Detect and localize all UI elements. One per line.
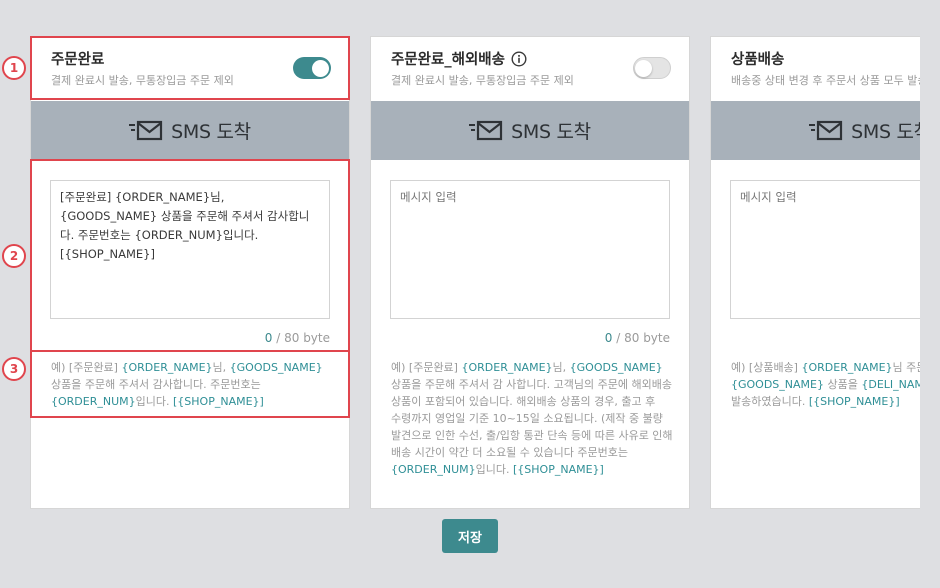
sms-card-order-complete-overseas: 주문완료_해외배송 결제 완료시 발송, 무통장입금 주문 제외 SMS 도착 — [370, 36, 690, 509]
example-variable: {ORDER_NAME} — [801, 361, 893, 374]
highlight-box-example — [30, 350, 350, 418]
mail-icon — [469, 120, 503, 140]
message-textarea[interactable]: 메시지 입력 — [730, 180, 920, 319]
sms-banner-label: SMS 도착 — [511, 121, 591, 143]
example-variable: {GOODS_NAME} — [569, 361, 663, 374]
card-title: 주문완료_해외배송 — [391, 48, 527, 69]
info-icon[interactable] — [511, 50, 527, 67]
sms-banner-label: SMS 도착 — [171, 121, 251, 143]
card-title-text: 상품배송 — [731, 52, 785, 68]
card-description: 배송중 상태 변경 후 주문서 상품 모두 발송 — [731, 74, 920, 87]
save-button[interactable]: 저장 — [442, 519, 498, 553]
sms-arrival-banner: SMS 도착 — [31, 101, 349, 160]
toggle-knob — [635, 59, 652, 77]
example-variable: [{SHOP_NAME}] — [513, 463, 604, 476]
example-variable: {DELI_NAME} — [861, 378, 920, 391]
highlight-box-message — [30, 159, 350, 352]
example-variable: {GOODS_NAME} — [731, 378, 824, 391]
message-example: 예) [주문완료] {ORDER_NAME}님, {GOODS_NAME} 상품… — [391, 359, 673, 478]
example-text: 님, — [552, 361, 570, 374]
byte-counter: 0 / 80 byte — [605, 331, 670, 345]
example-text: 예) [주문완료] — [391, 361, 462, 374]
sms-arrival-banner: SMS 도착 — [711, 101, 920, 160]
highlight-box-header — [30, 36, 350, 100]
message-textarea[interactable]: 메시지 입력 — [390, 180, 670, 319]
sms-card-shipping: 상품배송 배송중 상태 변경 후 주문서 상품 모두 발송 SMS 도착 메시지… — [710, 36, 920, 509]
sms-banner-label: SMS 도착 — [851, 121, 920, 143]
card-header: 상품배송 배송중 상태 변경 후 주문서 상품 모두 발송 — [711, 37, 920, 101]
annotation-badge-2: 2 — [2, 244, 26, 268]
example-text: 입니다. — [475, 463, 513, 476]
mail-icon — [809, 120, 843, 140]
byte-limit: / 80 byte — [612, 331, 670, 345]
sms-enable-toggle[interactable] — [633, 57, 671, 79]
example-variable: [{SHOP_NAME}] — [808, 395, 900, 408]
example-text: 님 주문하신 — [892, 361, 920, 374]
mail-icon — [129, 120, 163, 140]
annotation-badge-1: 1 — [2, 56, 26, 80]
card-title: 상품배송 — [731, 48, 784, 69]
card-title-text: 주문완료_해외배송 — [391, 52, 505, 68]
card-header: 주문완료_해외배송 결제 완료시 발송, 무통장입금 주문 제외 — [371, 37, 691, 101]
example-variable: {ORDER_NAME} — [461, 361, 553, 374]
message-example: 예) [상품배송] {ORDER_NAME}님 주문하신 {GOODS_NAME… — [731, 359, 920, 410]
annotation-badge-3: 3 — [2, 357, 26, 381]
example-text: 예) [상품배송] — [731, 361, 802, 374]
example-text: 상품을 — [823, 378, 862, 391]
example-text: 상품을 주문해 주셔서 감 사합니다. 고객님의 주문에 해외배송 상품이 포함… — [391, 378, 673, 459]
sms-arrival-banner: SMS 도착 — [371, 101, 689, 160]
card-description: 결제 완료시 발송, 무통장입금 주문 제외 — [391, 74, 574, 87]
example-variable: {ORDER_NUM} — [391, 463, 476, 476]
